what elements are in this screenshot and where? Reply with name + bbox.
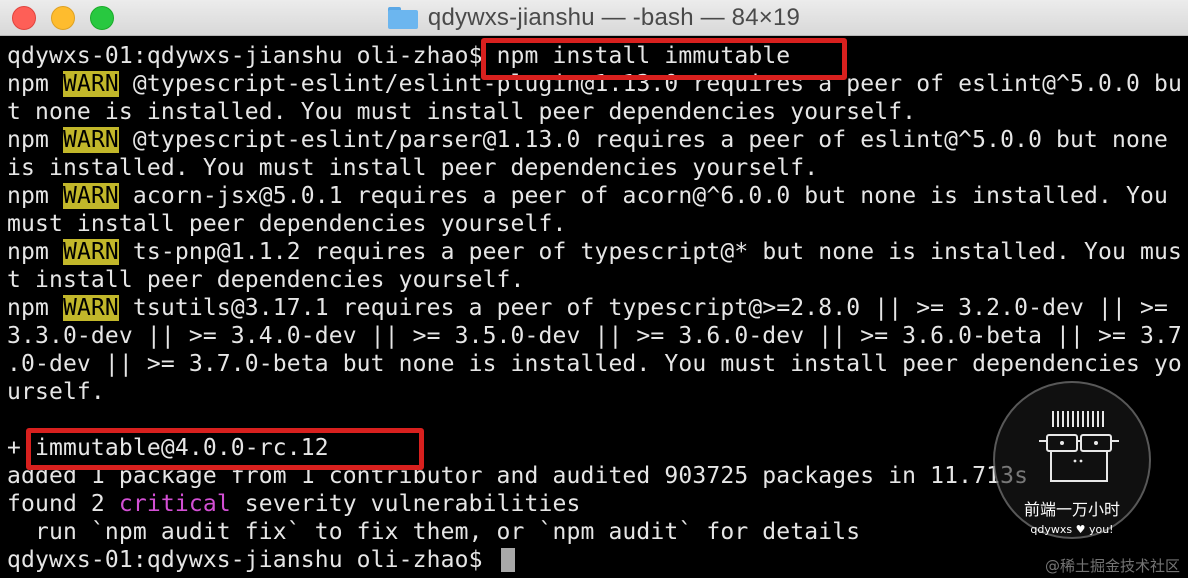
warn-badge: WARN [62, 127, 119, 153]
command-highlight-box [481, 38, 847, 80]
warning-text: @typescript-eslint/parser@1.13.0 require… [118, 127, 1168, 153]
title-container: qdywxs-jianshu — -bash — 84×19 [0, 0, 1188, 36]
title-bar: qdywxs-jianshu — -bash — 84×19 [0, 0, 1188, 36]
warn-badge: WARN [62, 295, 119, 321]
audit-hint-line: run `npm audit fix` to fix them, or `npm… [7, 519, 861, 545]
window-title: qdywxs-jianshu — -bash — 84×19 [427, 4, 801, 31]
warning-line: npm WARN tsutils@3.17.1 requires a peer … [7, 294, 1168, 322]
terminal-window: qdywxs-jianshu — -bash — 84×19 qdywxs-01… [0, 0, 1188, 578]
warning-text: acorn-jsx@5.0.1 requires a peer of acorn… [118, 183, 1168, 209]
npm-label: npm [7, 295, 49, 321]
watermark-brand: 前端一万小时 [1024, 500, 1120, 519]
npm-label: npm [7, 183, 49, 209]
warning-continuation: .0-dev || >= 3.7.0-beta but none is inst… [7, 351, 1182, 377]
npm-label: npm [7, 239, 49, 265]
robot-face-icon: 前端一万小时 qdywxs ♥ you! [1024, 411, 1120, 536]
warning-continuation: t install peer dependencies yourself. [7, 267, 525, 293]
warning-line: npm WARN ts-pnp@1.1.2 requires a peer of… [7, 238, 1182, 266]
shell-prompt: qdywxs-01:qdywxs-jianshu oli-zhao$ [7, 547, 497, 573]
found-text: found 2 [7, 491, 119, 517]
critical-label: critical [118, 491, 231, 517]
warn-badge: WARN [62, 183, 119, 209]
warning-continuation: is installed. You must install peer depe… [7, 155, 819, 181]
watermark-tagline: qdywxs ♥ you! [1030, 523, 1113, 536]
watermark-badge: 前端一万小时 qdywxs ♥ you! [993, 381, 1151, 539]
folder-icon [387, 7, 418, 29]
vulnerability-line: found 2 critical severity vulnerabilitie… [7, 490, 581, 518]
warn-badge: WARN [62, 71, 119, 97]
warning-continuation: must install peer dependencies yourself. [7, 211, 567, 237]
footer-brand: @稀土掘金技术社区 [1044, 557, 1180, 575]
package-highlight-box [26, 428, 424, 470]
warning-text: ts-pnp@1.1.2 requires a peer of typescri… [118, 239, 1182, 265]
warn-badge: WARN [62, 239, 119, 265]
text-cursor [500, 548, 515, 572]
warning-line: npm WARN acorn-jsx@5.0.1 requires a peer… [7, 182, 1168, 210]
warning-continuation: 3.3.0-dev || >= 3.4.0-dev || >= 3.5.0-de… [7, 323, 1182, 349]
warning-continuation: t none is installed. You must install pe… [7, 99, 917, 125]
npm-label: npm [7, 127, 49, 153]
final-prompt-line: qdywxs-01:qdywxs-jianshu oli-zhao$ [7, 546, 515, 574]
warning-continuation: urself. [7, 379, 105, 405]
severity-text: severity vulnerabilities [230, 491, 581, 517]
warning-line: npm WARN @typescript-eslint/parser@1.13.… [7, 126, 1168, 154]
shell-prompt: qdywxs-01:qdywxs-jianshu oli-zhao$ [7, 43, 497, 69]
npm-label: npm [7, 71, 49, 97]
warning-text: tsutils@3.17.1 requires a peer of typesc… [118, 295, 1168, 321]
